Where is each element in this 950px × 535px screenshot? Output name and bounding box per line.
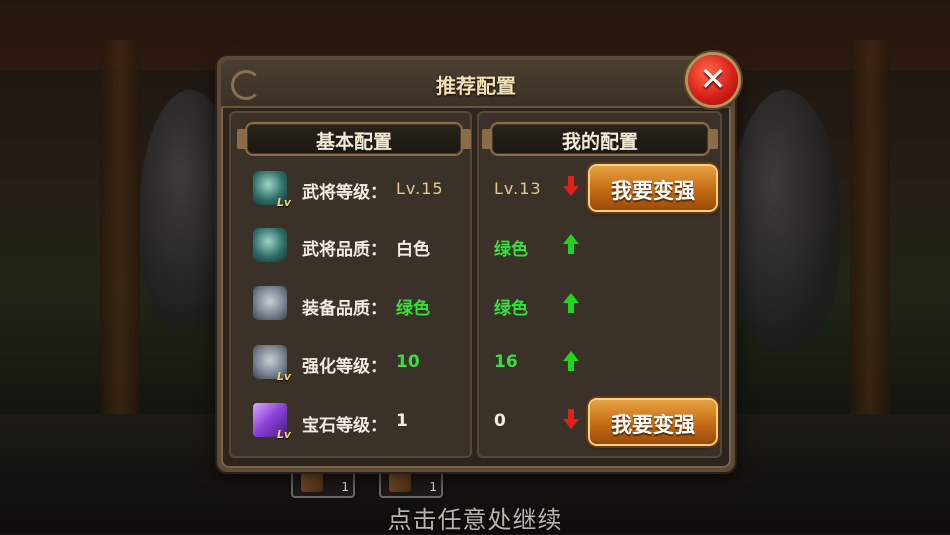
dialog-titlebar: 推荐配置 [221,60,731,108]
recommended-value: Lv.15 [396,179,444,198]
row-label: 武将品质： [302,240,387,260]
my-config-title: 我的配置 [561,131,638,153]
get-stronger-button[interactable]: 我要变强 [590,400,716,444]
recommended-value: 白色 [396,240,430,260]
my-value: 绿色 [494,240,528,260]
down-arrow-icon [563,409,579,429]
basic-config-title: 基本配置 [315,131,392,153]
item-icon [389,472,411,492]
hero-level-icon: Lv [253,171,291,209]
basic-config-header: 基本配置 [237,124,471,154]
recommended-value: 10 [396,352,420,372]
row-label: 武将等级： [302,183,387,203]
slot-count: 1 [429,480,437,494]
get-stronger-button[interactable]: 我要变强 [590,166,716,210]
hero-quality-icon [253,228,287,262]
slot-count: 1 [341,480,349,494]
equipment-quality-icon [253,286,287,320]
my-value: 16 [494,352,518,372]
recommended-value: 1 [396,411,408,431]
my-value: 0 [494,411,506,431]
up-arrow-icon [563,234,579,254]
up-arrow-icon [563,293,579,313]
my-config-header: 我的配置 [482,124,718,154]
my-value: Lv.13 [494,179,542,198]
row-label: 宝石等级： [302,416,387,436]
item-icon [301,472,323,492]
recommended-value: 绿色 [396,299,430,319]
gem-level-icon: Lv [253,403,291,441]
dialog-title: 推荐配置 [436,74,516,98]
inventory-slot: 1 [379,468,443,498]
up-arrow-icon [563,351,579,371]
my-value: 绿色 [494,299,528,319]
enhance-level-icon: Lv [253,345,291,383]
close-button[interactable]: ✕ [688,55,738,105]
row-label: 强化等级： [302,357,387,377]
inventory-slot: 1 [291,468,355,498]
continue-hint[interactable]: 点击任意处继续 [0,500,950,535]
close-icon: ✕ [699,60,727,98]
down-arrow-icon [563,176,579,196]
row-label: 装备品质： [302,299,387,319]
